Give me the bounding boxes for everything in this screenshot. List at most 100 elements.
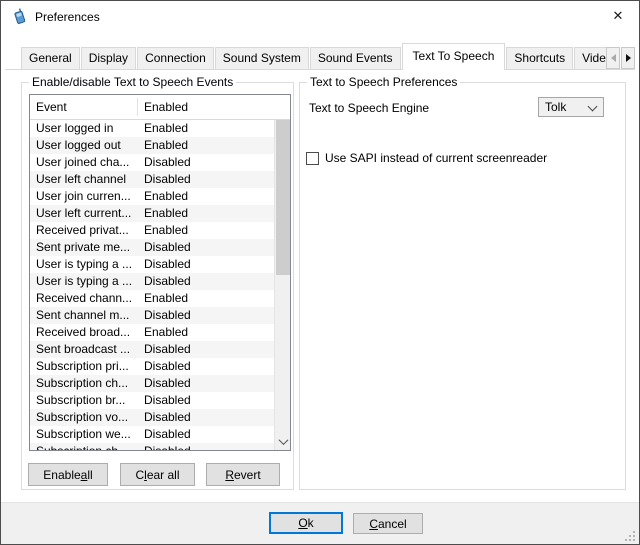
event-status: Disabled [144, 307, 191, 324]
column-header-enabled[interactable]: Enabled [144, 100, 188, 114]
event-status: Enabled [144, 137, 188, 154]
tts-preferences-groupbox: Text to Speech Preferences [299, 82, 626, 490]
event-row[interactable]: User is typing a ... Disabled [30, 256, 274, 273]
tab-text-to-speech[interactable]: Text To Speech [402, 43, 506, 70]
event-row[interactable]: User join curren...Enabled [30, 188, 274, 205]
event-status: Enabled [144, 205, 188, 222]
event-name: Sent channel m... [36, 307, 129, 324]
tts-engine-label: Text to Speech Engine [309, 101, 429, 115]
chevron-down-icon [278, 435, 288, 445]
tab-video[interactable]: Video [574, 47, 607, 70]
event-name: Subscription pri... [36, 358, 129, 375]
event-name: Subscription we... [36, 426, 131, 443]
event-status: Disabled [144, 392, 191, 409]
event-row[interactable]: User left current... Enabled [30, 205, 274, 222]
event-row[interactable]: Received chann...Enabled [30, 290, 274, 307]
event-name: User left channel [36, 171, 126, 188]
event-status: Enabled [144, 324, 188, 341]
event-row[interactable]: Subscription we... Disabled [30, 426, 274, 443]
tts-engine-select[interactable]: Tolk [538, 97, 604, 117]
event-name: Sent broadcast ... [36, 341, 130, 358]
event-status: Disabled [144, 426, 191, 443]
tab-shortcuts[interactable]: Shortcuts [506, 47, 573, 70]
event-list-body: User logged inEnabledUser logged outEnab… [30, 120, 274, 450]
event-name: User joined cha... [36, 154, 129, 171]
cancel-button[interactable]: Cancel [353, 513, 423, 534]
tab-general[interactable]: General [21, 47, 80, 70]
event-name: User logged out [36, 137, 121, 154]
tab-connection[interactable]: Connection [137, 47, 214, 70]
event-row[interactable]: Subscription ch...Disabled [30, 375, 274, 392]
tab-scroll-left-button[interactable] [606, 47, 620, 69]
event-list-header[interactable]: Event Enabled [30, 95, 290, 120]
event-status: Disabled [144, 358, 191, 375]
event-name: User logged in [36, 120, 113, 137]
event-list[interactable]: Event Enabled User logged inEnabledUser … [29, 94, 291, 451]
event-row[interactable]: User left channel Disabled [30, 171, 274, 188]
tts-preferences-group-title: Text to Speech Preferences [307, 75, 460, 89]
event-row[interactable]: Received privat... Enabled [30, 222, 274, 239]
event-name: Received privat... [36, 222, 129, 239]
revert-button[interactable]: Revert [206, 463, 280, 486]
tts-engine-value: Tolk [545, 100, 566, 114]
tts-events-group-title: Enable/disable Text to Speech Events [29, 75, 236, 89]
event-row[interactable]: User logged inEnabled [30, 120, 274, 137]
event-status: Disabled [144, 341, 191, 358]
close-button[interactable]: ✕ [597, 1, 639, 31]
event-row[interactable]: Received broad... Enabled [30, 324, 274, 341]
tab-sound-events[interactable]: Sound Events [310, 47, 401, 70]
event-row[interactable]: Sent private me... Disabled [30, 239, 274, 256]
event-row[interactable]: Subscription pri... Disabled [30, 358, 274, 375]
event-name: Sent private me... [36, 239, 130, 256]
event-name: Subscription ch... [36, 375, 128, 392]
column-header-event[interactable]: Event [36, 100, 67, 114]
use-sapi-checkbox[interactable] [306, 152, 319, 165]
event-status: Disabled [144, 154, 191, 171]
event-name: Received chann... [36, 290, 132, 307]
chevron-right-icon [626, 54, 631, 62]
event-status: Disabled [144, 171, 191, 188]
event-row[interactable]: Sent broadcast ... Disabled [30, 341, 274, 358]
event-row[interactable]: User is typing a ... Disabled [30, 273, 274, 290]
event-row[interactable]: Sent channel m... Disabled [30, 307, 274, 324]
event-status: Disabled [144, 256, 191, 273]
event-status: Disabled [144, 273, 191, 290]
event-status: Enabled [144, 222, 188, 239]
tab-display[interactable]: Display [81, 47, 136, 70]
event-status: Disabled [144, 443, 191, 450]
column-separator[interactable] [137, 98, 138, 116]
use-sapi-label[interactable]: Use SAPI instead of current screenreader [325, 151, 547, 165]
tab-scroll-right-button[interactable] [621, 47, 635, 69]
event-row[interactable]: User joined cha... Disabled [30, 154, 274, 171]
event-name: Subscription br... [36, 392, 125, 409]
scroll-down-button[interactable] [275, 433, 291, 450]
event-status: Disabled [144, 409, 191, 426]
preferences-dialog: Preferences ✕ GeneralDisplayConnectionSo… [0, 0, 640, 545]
event-name: User left current... [36, 205, 131, 222]
scrollbar-thumb[interactable] [276, 113, 290, 275]
tab-sound-system[interactable]: Sound System [215, 47, 309, 70]
dialog-footer: Ok Cancel [1, 502, 639, 544]
window-title: Preferences [35, 10, 100, 24]
event-name: Received broad... [36, 324, 130, 341]
event-name: Subscription ch... [36, 443, 128, 450]
app-icon [11, 8, 28, 25]
enable-all-button[interactable]: Enable all [28, 463, 108, 486]
event-name: User is typing a ... [36, 273, 132, 290]
tab-bar: GeneralDisplayConnectionSound SystemSoun… [21, 43, 607, 70]
resize-grip[interactable] [625, 531, 627, 533]
event-row[interactable]: Subscription ch... Disabled [30, 443, 274, 450]
clear-all-button[interactable]: Clear all [120, 463, 195, 486]
ok-button[interactable]: Ok [269, 512, 343, 534]
event-row[interactable]: User logged out Enabled [30, 137, 274, 154]
title-bar[interactable]: Preferences ✕ [1, 1, 639, 32]
event-list-scrollbar[interactable] [274, 95, 290, 450]
event-name: Subscription vo... [36, 409, 128, 426]
chevron-down-icon [588, 102, 598, 112]
event-status: Disabled [144, 239, 191, 256]
event-name: User join curren... [36, 188, 131, 205]
event-name: User is typing a ... [36, 256, 132, 273]
close-icon: ✕ [613, 8, 624, 24]
event-row[interactable]: Subscription br... Disabled [30, 392, 274, 409]
event-row[interactable]: Subscription vo... Disabled [30, 409, 274, 426]
